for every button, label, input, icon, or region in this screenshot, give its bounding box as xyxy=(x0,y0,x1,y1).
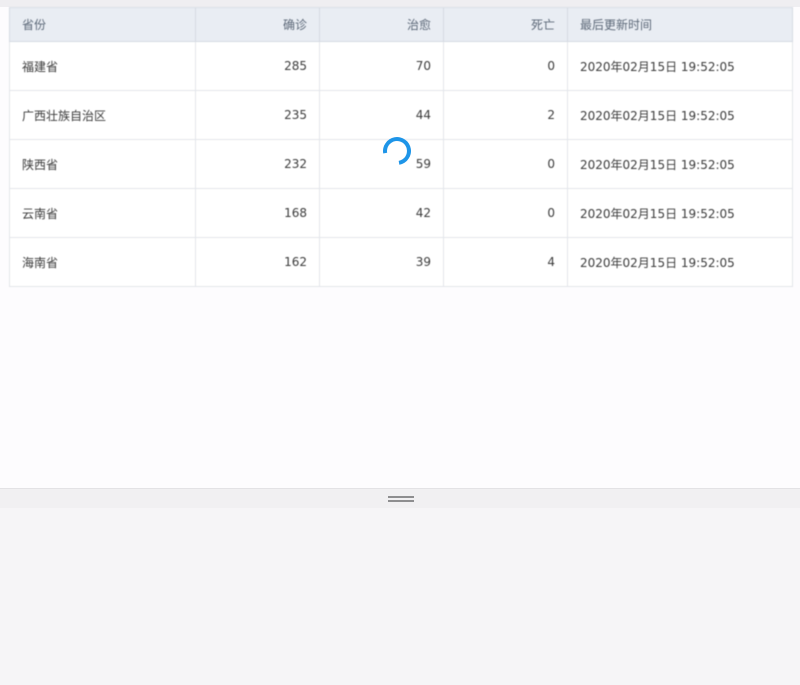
bottom-panel xyxy=(0,508,800,685)
header-deaths[interactable]: 死亡 xyxy=(443,7,568,42)
table-row[interactable]: 云南省 168 42 0 2020年02月15日 19:52:05 xyxy=(9,188,793,238)
cell-cured: 44 xyxy=(319,90,444,140)
header-cured[interactable]: 治愈 xyxy=(319,7,444,42)
cell-deaths: 0 xyxy=(443,188,568,238)
header-province[interactable]: 省份 xyxy=(9,7,196,42)
cell-cured: 39 xyxy=(319,237,444,287)
cell-deaths: 0 xyxy=(443,41,568,91)
cell-confirmed: 232 xyxy=(195,139,320,189)
cell-province: 广西壮族自治区 xyxy=(9,90,196,140)
header-row: 省份 确诊 治愈 死亡 最后更新时间 xyxy=(9,7,793,42)
cell-province: 海南省 xyxy=(9,237,196,287)
cell-confirmed: 168 xyxy=(195,188,320,238)
cell-province: 云南省 xyxy=(9,188,196,238)
table-row[interactable]: 福建省 285 70 0 2020年02月15日 19:52:05 xyxy=(9,41,793,91)
cell-updated: 2020年02月15日 19:52:05 xyxy=(567,237,793,287)
cell-cured: 70 xyxy=(319,41,444,91)
cell-deaths: 4 xyxy=(443,237,568,287)
cell-deaths: 2 xyxy=(443,90,568,140)
cell-province: 陕西省 xyxy=(9,139,196,189)
cell-updated: 2020年02月15日 19:52:05 xyxy=(567,139,793,189)
cell-confirmed: 235 xyxy=(195,90,320,140)
cell-cured: 59 xyxy=(319,139,444,189)
panel-splitter[interactable] xyxy=(0,488,800,508)
cell-province: 福建省 xyxy=(9,41,196,91)
header-updated[interactable]: 最后更新时间 xyxy=(567,7,793,42)
cell-updated: 2020年02月15日 19:52:05 xyxy=(567,90,793,140)
drag-handle-icon[interactable] xyxy=(388,496,414,502)
cell-updated: 2020年02月15日 19:52:05 xyxy=(567,41,793,91)
table-row[interactable]: 海南省 162 39 4 2020年02月15日 19:52:05 xyxy=(9,237,793,287)
cell-updated: 2020年02月15日 19:52:05 xyxy=(567,188,793,238)
table-panel: 省份 确诊 治愈 死亡 最后更新时间 福建省 285 70 0 2020年02月… xyxy=(0,0,800,488)
cell-confirmed: 162 xyxy=(195,237,320,287)
cell-cured: 42 xyxy=(319,188,444,238)
table-row[interactable]: 广西壮族自治区 235 44 2 2020年02月15日 19:52:05 xyxy=(9,90,793,140)
header-confirmed[interactable]: 确诊 xyxy=(195,7,320,42)
cell-deaths: 0 xyxy=(443,139,568,189)
table-header: 省份 确诊 治愈 死亡 最后更新时间 xyxy=(9,7,793,42)
cell-confirmed: 285 xyxy=(195,41,320,91)
